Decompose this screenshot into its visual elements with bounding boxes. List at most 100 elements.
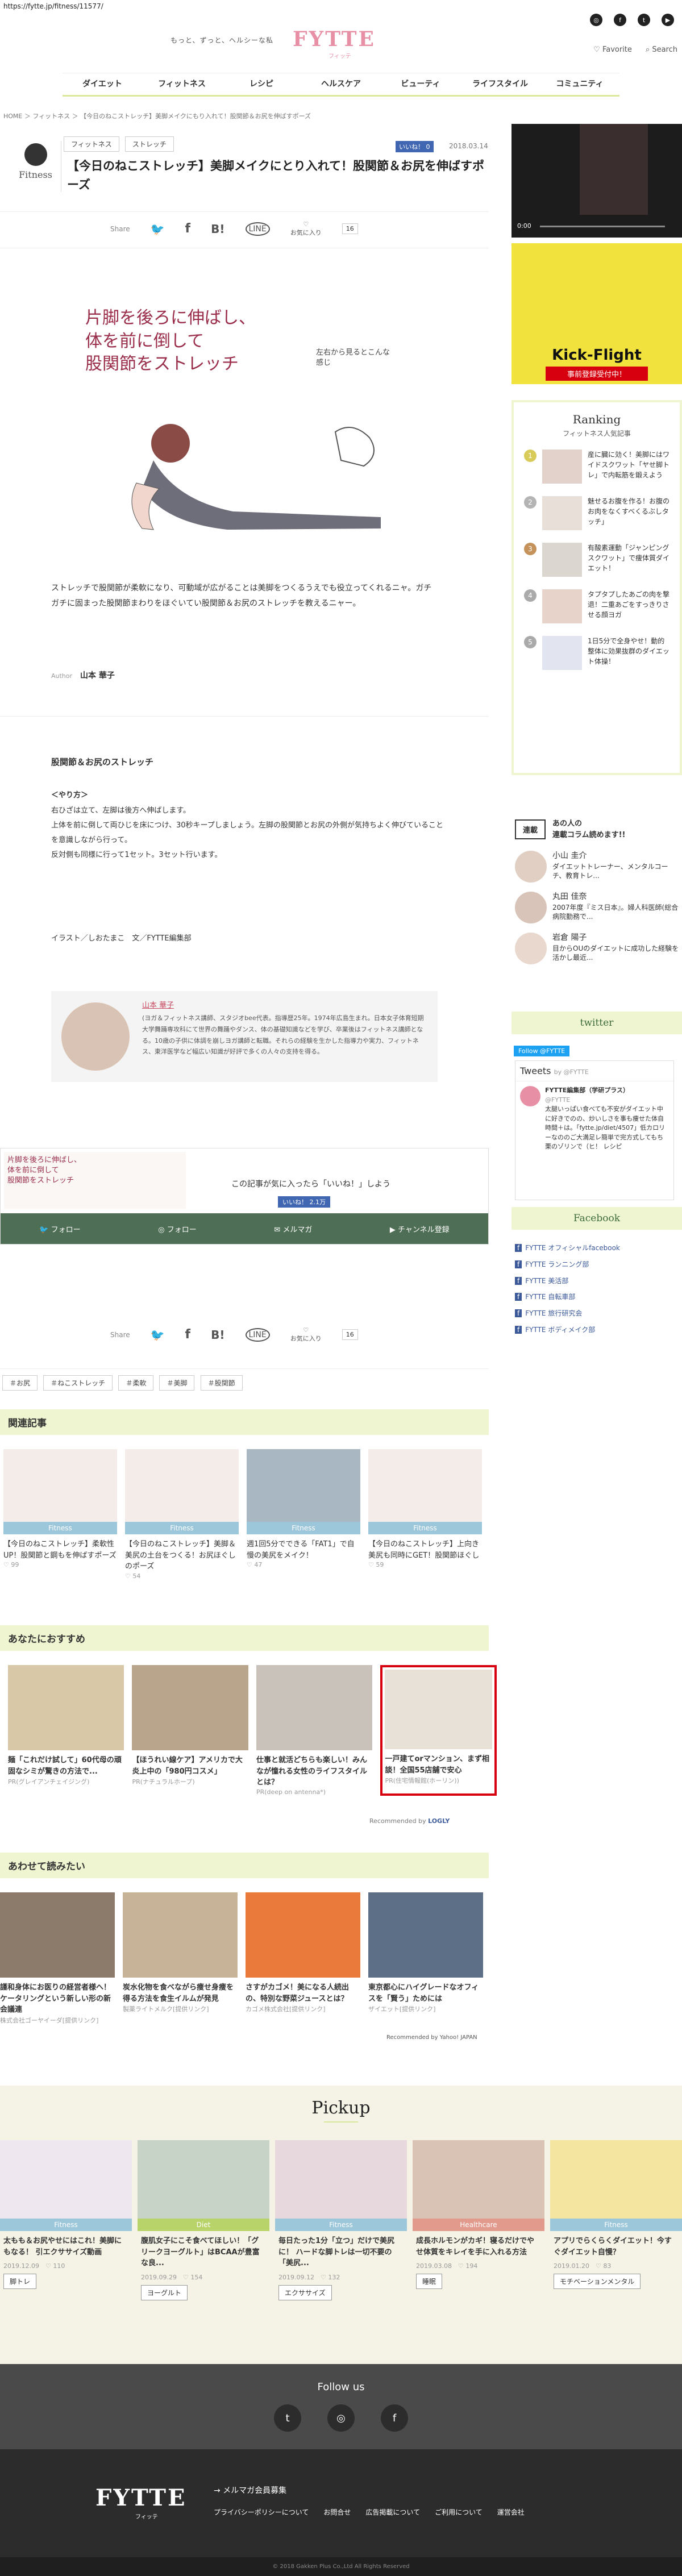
tag-chip[interactable]: フィットネス (64, 136, 119, 152)
favorite-toggle[interactable]: ♡ お気に入り (290, 1326, 322, 1343)
ranking-item[interactable]: 2 魅せるお腹を作る！お腹のお肉をなくすべくるぶしタッチ」 (524, 496, 669, 530)
recommend-card-title: 仕事と就活どちらも楽しい！みんなが憧れる女性のライフスタイルとは？ (256, 1756, 367, 1787)
recommend-card[interactable]: 麺「これだけ試して」60代母の頑固なシミが驚きの方法で... PR(グレイアンチ… (8, 1665, 124, 1796)
pickup-tag-button[interactable]: ヨーグルト (141, 2284, 188, 2300)
footer-link[interactable]: プライバシーポリシーについて (214, 2507, 309, 2517)
profile-name[interactable]: 山本 華子 (142, 999, 174, 1010)
recommend-card[interactable]: 【ほうれい線ケア】アメリカで大炎上中の「980円コスメ」 PR(ナチュラルホープ… (132, 1665, 248, 1796)
facebook-icon[interactable]: f (614, 14, 626, 26)
mailmag-link[interactable]: → メルマガ会員募集 (214, 2485, 286, 2496)
footer-link[interactable]: 運営会社 (497, 2507, 525, 2517)
serial-item[interactable]: 岩倉 陽子 目からOUのダイエットに成功した経験を活かし最近... (515, 933, 680, 964)
pickup-tag-button[interactable]: 脚トレ (3, 2274, 37, 2289)
nav-item[interactable]: ビューティ (381, 73, 460, 97)
twitter-icon[interactable]: t (274, 2404, 301, 2432)
footer-link[interactable]: ご利用について (435, 2507, 483, 2517)
nav-item[interactable]: フィットネス (142, 73, 222, 97)
instagram-follow-button[interactable]: ◎ フォロー (158, 1224, 197, 1234)
tag-chip[interactable]: ＃柔軟 (118, 1375, 154, 1391)
fb-link[interactable]: f FYTTE オフィシャルfacebook (515, 1240, 680, 1256)
facebook-share-icon[interactable]: f (185, 222, 191, 236)
mailmag-button[interactable]: ✉ メルマガ (274, 1224, 312, 1234)
pickup-card[interactable]: Fitness 毎日たった1分「立つ」だけで美尻に！ ハードな脚トレは一切不要の… (275, 2140, 407, 2300)
related-count: ♡ 59 (368, 1561, 384, 1568)
facebook-share-icon[interactable]: f (185, 1327, 191, 1342)
twitter-timeline[interactable]: Tweets by @FYTTE FYTTE編集部（学研プラス） @FYTTE … (515, 1060, 674, 1200)
ranking-thumb (542, 496, 582, 530)
together-list: 謹和身体にお医りの経営者様へ！ケータリングという新しい形の新会議連 株式会社ゴー… (0, 1892, 489, 2025)
fb-link[interactable]: f FYTTE 美活部 (515, 1273, 680, 1289)
facebook-icon[interactable]: f (381, 2404, 408, 2432)
ad-cta[interactable]: 事前登録受付中！ (546, 367, 648, 381)
twitter-share-icon[interactable]: 🐦 (151, 222, 165, 236)
footer-link[interactable]: お問合せ (323, 2507, 351, 2517)
ranking-item[interactable]: 1 産に臓に効く！美脚にはワイドスクワット「ヤせ脚トレ」で内転筋を鍛えよう (524, 450, 669, 484)
tag-chip[interactable]: ＃ねこストレッチ (43, 1375, 113, 1391)
serial-item[interactable]: 小山 圭介 ダイエットトレーナー、メンタルコーチ、教育トレ... (515, 851, 680, 883)
footer-logo-sub: フィッテ (135, 2514, 158, 2520)
nav-item[interactable]: レシピ (222, 73, 301, 97)
fb-link[interactable]: f FYTTE ボディメイク部 (515, 1322, 680, 1338)
pickup-meta: 2019.09.29 ♡ 154 (141, 2273, 203, 2281)
author-name[interactable]: 山本 華子 (80, 671, 115, 680)
favorite-button[interactable]: ♡ Favorite (593, 45, 632, 54)
serial-item[interactable]: 丸田 佳奈 2007年度『ミス日本』。婦人科医師(総合病院勤務で... (515, 892, 680, 923)
ranking-item[interactable]: 4 タプタプしたあごの肉を撃退！二重あごをすっきりさせる顔ヨガ (524, 589, 669, 623)
pickup-tag-button[interactable]: 睡眠 (416, 2274, 443, 2289)
tag-chip[interactable]: ＃お尻 (2, 1375, 38, 1391)
line-share-icon[interactable]: LINE (245, 222, 270, 236)
ranking-item[interactable]: 3 有酸素運動「ジャンピングスクワット」で痩体質ダイエット！ (524, 543, 669, 577)
nav-item[interactable]: ライフスタイル (460, 73, 540, 97)
recommend-card[interactable]: 仕事と就活どちらも楽しい！みんなが憧れる女性のライフスタイルとは？ PR(dee… (256, 1665, 373, 1796)
line-share-icon[interactable]: LINE (245, 1327, 270, 1342)
fb-link[interactable]: f FYTTE 旅行研究会 (515, 1305, 680, 1322)
related-card[interactable]: Fitness 週1回5分でできる「FAT1」で自慢の美尻をメイク！ ♡ 47 (247, 1449, 360, 1580)
like-box-like-button[interactable]: いいね！ 2.1万 (278, 1196, 330, 1208)
ranking-item[interactable]: 5 1日5分で全身やせ！動的整体に効果抜群のダイエット体操！ (524, 636, 669, 670)
hatena-share-icon[interactable]: B! (211, 1328, 224, 1342)
nav-item[interactable]: コミュニティ (540, 73, 619, 97)
pickup-tag-button[interactable]: エクササイズ (278, 2284, 332, 2300)
pickup-card[interactable]: Diet 腹肌女子にこそ食べてほしい！「グリークヨーグルト」はBCAAが豊富な良… (138, 2140, 269, 2300)
twitter-follow-button[interactable]: 🐦 フォロー (39, 1224, 80, 1234)
site-logo[interactable]: FYTTE (293, 27, 376, 51)
video-progress[interactable] (540, 226, 665, 227)
sidebar-video[interactable]: 0:00 (512, 124, 682, 238)
related-card[interactable]: Fitness 【今日のねこストレッチ】上向き美尻も同時にGET！股関節ほぐし … (368, 1449, 482, 1580)
breadcrumb[interactable]: HOME ＞ フィットネス ＞ 【今日のねこストレッチ】美脚メイクにもり入れて！… (3, 111, 311, 120)
twitter-icon[interactable]: t (638, 14, 650, 26)
twitter-share-icon[interactable]: 🐦 (151, 1328, 165, 1342)
youtube-subscribe-button[interactable]: ▶ チャンネル登録 (390, 1224, 450, 1234)
hatena-share-icon[interactable]: B! (211, 222, 224, 236)
instagram-icon[interactable]: ◎ (327, 2404, 355, 2432)
search-button[interactable]: ⌕ Search (646, 45, 677, 54)
related-card[interactable]: Fitness 【今日のねこストレッチ】美脚＆美尻の土台をつくる！お尻ほぐしのポ… (125, 1449, 239, 1580)
nav-item[interactable]: ダイエット (63, 73, 142, 97)
fb-link[interactable]: f FYTTE ランニング部 (515, 1256, 680, 1273)
favorite-toggle[interactable]: ♡ お気に入り (290, 220, 322, 237)
recommend-source: PR(deep on antenna*) (256, 1788, 326, 1796)
twitter-follow-button[interactable]: Follow @FYTTE (514, 1046, 570, 1056)
nav-item[interactable]: ヘルスケア (301, 73, 381, 97)
together-card[interactable]: 東京都心にハイグレードなオフィスを「賢う」ためには ザイエット[提供リンク] (368, 1892, 483, 2025)
follow-icons: t ◎ f (0, 2404, 682, 2432)
tag-chip[interactable]: ＃股関節 (200, 1375, 243, 1391)
together-card[interactable]: さすがカゴメ！美になる人続出の、特別な野菜ジュースとは？ カゴメ株式会社[提供リ… (246, 1892, 360, 2025)
related-card[interactable]: Fitness 【今日のねこストレッチ】柔軟性UP！股関節と鋼もを伸ばすポーズ … (3, 1449, 117, 1580)
pickup-tag-button[interactable]: モチベーションメンタル (554, 2274, 641, 2289)
fb-link[interactable]: f FYTTE 自転車部 (515, 1289, 680, 1305)
footer-logo[interactable]: FYTTE (95, 2485, 187, 2511)
sidebar-ad[interactable]: Kick-Flight 事前登録受付中！ (512, 243, 682, 384)
pickup-card[interactable]: Fitness 太もも＆お尻やせにはこれ！美脚にもなる！ 引エクササイズ動画 2… (0, 2140, 132, 2300)
footer-link[interactable]: 広告掲載について (365, 2507, 420, 2517)
youtube-icon[interactable]: ▶ (662, 14, 674, 26)
pickup-card[interactable]: Fitness アプリでらくらくダイエット！今すぐダイエット自慢？ 2019.0… (550, 2140, 682, 2300)
fb-like-button[interactable]: いいね！ 0 (396, 141, 434, 152)
recommend-card[interactable]: 一戸建てorマンション、まず相談！全国55店舗で安心 PR(住宅情報館(ホーリン… (380, 1665, 497, 1796)
pickup-card[interactable]: Healthcare 成長ホルモンがカギ！寝るだけでやせ体質をキレイを手に入れる… (413, 2140, 544, 2300)
tag-chip[interactable]: ストレッチ (124, 136, 174, 152)
instagram-icon[interactable]: ◎ (590, 14, 602, 26)
together-card[interactable]: 炭水化物を食べながら痩せ身痩を得る方法を食生イルムが発見 製薬ライトメルク[提供… (123, 1892, 238, 2025)
together-card[interactable]: 謹和身体にお医りの経営者様へ！ケータリングという新しい形の新会議連 株式会社ゴー… (0, 1892, 115, 2025)
tag-chip[interactable]: ＃美脚 (159, 1375, 195, 1391)
